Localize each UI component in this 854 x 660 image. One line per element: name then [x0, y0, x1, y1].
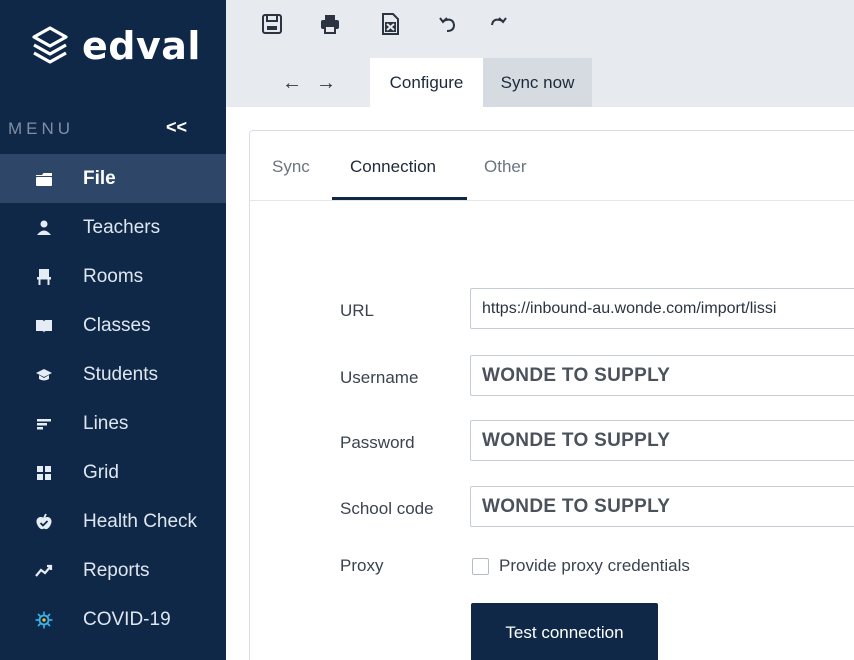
username-field[interactable]: WONDE TO SUPPLY [470, 355, 854, 396]
sidebar-item-label: Teachers [83, 216, 161, 238]
redo-icon[interactable] [486, 12, 510, 36]
edval-logo-icon [32, 26, 68, 64]
sidebar-nav: File Teachers Rooms Classes Students Lin… [0, 154, 226, 644]
person-icon [34, 218, 54, 238]
school-code-label: School code [340, 499, 434, 518]
folder-icon [34, 169, 54, 189]
apple-icon [34, 512, 54, 532]
lines-icon [34, 414, 54, 434]
sidebar-item-health-check[interactable]: Health Check [0, 497, 226, 546]
logo: edval [28, 24, 201, 68]
sidebar-item-grid[interactable]: Grid [0, 448, 226, 497]
username-value: WONDE TO SUPPLY [482, 364, 671, 386]
sidebar-item-label: Lines [83, 412, 129, 434]
school-code-value: WONDE TO SUPPLY [482, 495, 671, 517]
sidebar-item-file[interactable]: File [0, 154, 226, 203]
password-value: WONDE TO SUPPLY [482, 429, 671, 451]
password-label: Password [340, 433, 415, 452]
sidebar-item-covid-19[interactable]: COVID-19 [0, 595, 226, 644]
school-code-field[interactable]: WONDE TO SUPPLY [470, 486, 854, 527]
subtab-other[interactable]: Other [484, 157, 527, 177]
chair-icon [34, 267, 54, 287]
sidebar-item-label: File [83, 167, 116, 189]
save-icon[interactable] [260, 12, 284, 36]
print-icon[interactable] [318, 12, 342, 36]
password-field[interactable]: WONDE TO SUPPLY [470, 420, 854, 461]
tab-label: Sync now [500, 72, 575, 92]
username-label: Username [340, 368, 419, 387]
subtab-bar: Sync Connection Other [250, 131, 854, 201]
trend-icon [34, 561, 54, 581]
sidebar-item-rooms[interactable]: Rooms [0, 252, 226, 301]
connection-panel: Sync Connection Other URL https://inboun… [249, 130, 854, 660]
forward-button[interactable]: → [316, 72, 336, 95]
sidebar-item-label: Classes [83, 314, 151, 336]
sidebar-item-classes[interactable]: Classes [0, 301, 226, 350]
book-icon [34, 316, 54, 336]
active-subtab-indicator [332, 197, 467, 200]
graduation-cap-icon [34, 365, 54, 385]
menu-label: MENU [8, 119, 75, 138]
subtab-connection[interactable]: Connection [350, 157, 436, 177]
proxy-credentials-checkbox[interactable] [472, 558, 489, 575]
tab-sync-now[interactable]: Sync now [483, 58, 592, 107]
sidebar: edval MENU << File Teachers Rooms Classe… [0, 0, 226, 660]
test-connection-button[interactable]: Test connection [471, 603, 658, 660]
url-label: URL [340, 301, 375, 320]
sidebar-item-reports[interactable]: Reports [0, 546, 226, 595]
sidebar-item-label: COVID-19 [83, 608, 171, 630]
sidebar-item-label: Students [83, 363, 158, 385]
virus-icon [34, 610, 54, 630]
grid-icon [34, 463, 54, 483]
subtab-sync[interactable]: Sync [272, 157, 310, 177]
undo-icon[interactable] [436, 12, 460, 36]
url-value: https://inbound-au.wonde.com/import/liss… [482, 299, 777, 317]
collapse-menu-button[interactable]: << [166, 117, 187, 138]
top-toolbar: ← → Configure Sync now [226, 0, 854, 107]
sidebar-item-label: Grid [83, 461, 119, 483]
url-field[interactable]: https://inbound-au.wonde.com/import/liss… [470, 288, 854, 329]
sidebar-item-label: Reports [83, 559, 150, 581]
sidebar-item-label: Rooms [83, 265, 144, 287]
brand-name: edval [82, 24, 201, 68]
back-button[interactable]: ← [282, 72, 302, 95]
menu-header: MENU << [0, 115, 226, 145]
sidebar-item-students[interactable]: Students [0, 350, 226, 399]
proxy-label: Proxy [340, 556, 384, 575]
tab-configure[interactable]: Configure [370, 58, 483, 107]
tab-label: Configure [389, 72, 464, 92]
excel-icon[interactable] [378, 12, 402, 36]
sidebar-item-label: Health Check [83, 510, 198, 532]
sidebar-item-teachers[interactable]: Teachers [0, 203, 226, 252]
sidebar-item-lines[interactable]: Lines [0, 399, 226, 448]
proxy-credentials-label[interactable]: Provide proxy credentials [499, 556, 690, 576]
